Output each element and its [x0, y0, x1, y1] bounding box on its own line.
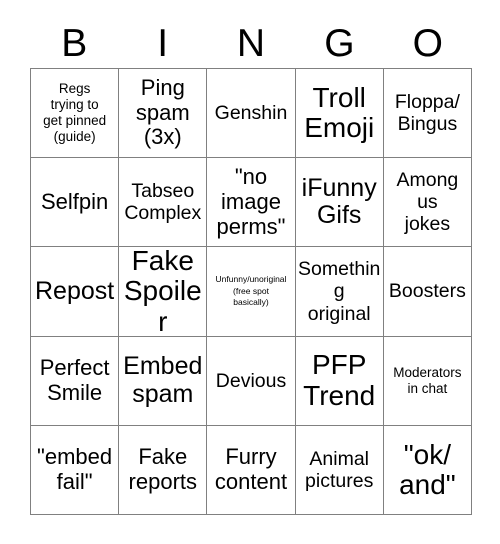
bingo-cell-label: Ping spam (3x) — [135, 75, 190, 150]
bingo-cell[interactable]: Fake Spoiler — [119, 247, 208, 337]
bingo-cell-label: PFP Trend — [303, 349, 376, 411]
bingo-cell-label: Selfpin — [40, 188, 109, 214]
bingo-cell-label: Fake reports — [128, 444, 198, 494]
bingo-cell[interactable]: Something original — [295, 247, 384, 337]
bingo-cell-label: iFunny Gifs — [301, 173, 377, 230]
bingo-card: B I N G O Regs trying to get pinned (gui… — [0, 0, 500, 544]
bingo-cell-label: Perfect Smile — [39, 355, 110, 405]
bingo-cell[interactable]: Boosters — [383, 247, 472, 337]
bingo-cell-label: Repost — [34, 276, 115, 305]
bingo-header-letter-n: N — [236, 21, 266, 65]
bingo-cell[interactable]: Regs trying to get pinned (guide) — [31, 69, 120, 159]
bingo-header: B I N G O — [30, 18, 472, 68]
bingo-cell[interactable]: "ok/ and" — [383, 425, 472, 515]
bingo-header-letter-b: B — [61, 21, 88, 65]
bingo-cell-label: Fake Spoiler — [123, 247, 202, 337]
bingo-cell[interactable]: Embed spam — [119, 336, 208, 426]
bingo-cell[interactable]: Furry content — [207, 425, 296, 515]
bingo-cell-label: Tabseo Complex — [124, 180, 202, 225]
bingo-header-letter-i: I — [157, 21, 169, 65]
bingo-cell-label: Floppa/ Bingus — [394, 90, 460, 136]
bingo-cell[interactable]: Genshin — [207, 69, 296, 159]
bingo-cell[interactable]: Troll Emoji — [295, 69, 384, 159]
bingo-cell[interactable]: iFunny Gifs — [295, 158, 384, 248]
bingo-cell-label: "no image perms" — [216, 164, 286, 239]
bingo-cell-label: "ok/ and" — [399, 438, 456, 500]
bingo-cell-label: Animal pictures — [305, 447, 374, 492]
bingo-cell-label: Embed spam — [123, 352, 203, 408]
bingo-cell[interactable]: Selfpin — [31, 158, 120, 248]
bingo-cell[interactable]: "no image perms" — [207, 158, 296, 248]
bingo-cell-label: Moderators in chat — [393, 364, 462, 396]
bingo-cell[interactable]: "embed fail" — [31, 425, 120, 515]
bingo-grid: Regs trying to get pinned (guide) Ping sp… — [30, 68, 472, 515]
bingo-cell[interactable]: PFP Trend — [295, 336, 384, 426]
bingo-cell[interactable]: Repost — [31, 247, 120, 337]
bingo-cell[interactable]: Animal pictures — [295, 425, 384, 515]
bingo-cell-label: Genshin — [214, 101, 288, 124]
bingo-header-letter-g: G — [324, 21, 355, 65]
bingo-cell-label: Furry content — [214, 444, 288, 494]
bingo-cell-label: Boosters — [388, 280, 466, 303]
bingo-cell[interactable]: Fake reports — [119, 425, 208, 515]
bingo-cell-label: Unfunny/unoriginal (free spot basically) — [215, 274, 287, 308]
bingo-cell[interactable]: Among us jokes — [383, 158, 472, 248]
bingo-cell-label: Troll Emoji — [304, 81, 375, 144]
bingo-cell[interactable]: Moderators in chat — [383, 336, 472, 426]
bingo-cell-label: Devious — [215, 369, 287, 392]
bingo-cell[interactable]: Devious — [207, 336, 296, 426]
bingo-cell[interactable]: Perfect Smile — [31, 336, 120, 426]
bingo-cell-label: Among us jokes — [396, 168, 459, 236]
bingo-cell-label: "embed fail" — [37, 444, 113, 494]
bingo-cell-label: Regs trying to get pinned (guide) — [43, 80, 107, 145]
bingo-cell-label: Something original — [298, 258, 381, 325]
bingo-cell[interactable]: Floppa/ Bingus — [383, 69, 472, 159]
bingo-header-letter-o: O — [412, 21, 443, 65]
bingo-cell[interactable]: Ping spam (3x) — [119, 69, 208, 159]
bingo-cell-free-space[interactable]: Unfunny/unoriginal (free spot basically) — [207, 247, 296, 337]
bingo-cell[interactable]: Tabseo Complex — [119, 158, 208, 248]
